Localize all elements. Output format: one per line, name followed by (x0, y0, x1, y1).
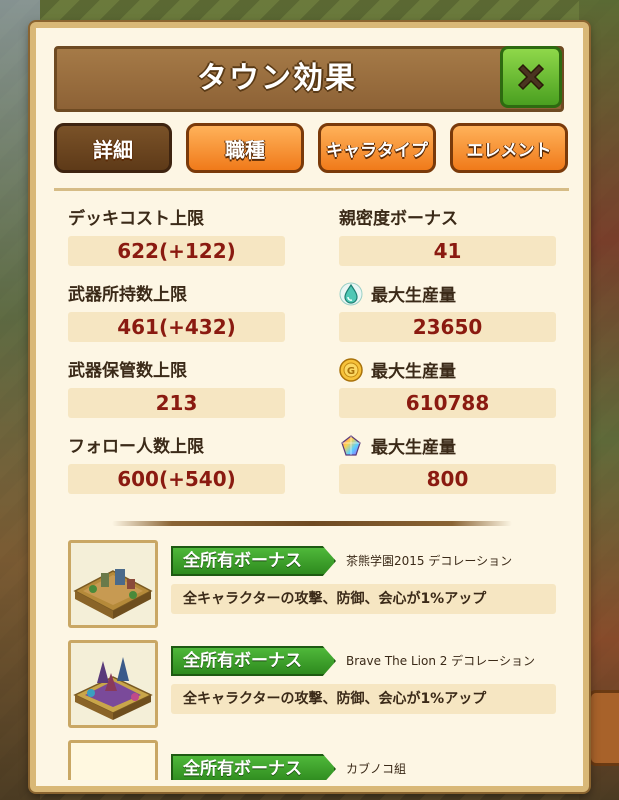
tab-bar: 詳細 職種 キャラタイプ エレメント (54, 123, 569, 179)
decoration-thumbnail (68, 540, 158, 628)
stat-label: デッキコスト上限 (68, 209, 204, 229)
decoration-name: カブノコ組 (346, 762, 407, 776)
divider (54, 188, 569, 191)
stat-label: 武器所持数上限 (68, 285, 187, 305)
tab-element[interactable]: エレメント (450, 123, 568, 173)
stat-value: 41 (339, 236, 556, 266)
decoration-name: 茶熊学園2015 デコレーション (346, 554, 513, 568)
stat-label-text: 最大生産量 (371, 438, 456, 458)
all-owned-bonus-badge: 全所有ボーナス (171, 754, 336, 780)
svg-text:G: G (347, 366, 355, 377)
stat-value: 23650 (339, 312, 556, 342)
title-bar: タウン効果 (54, 46, 564, 112)
stat-label: 武器保管数上限 (68, 361, 187, 381)
stat-label-text: 最大生産量 (371, 286, 456, 306)
stat-label-row: 最大生産量 (339, 282, 456, 308)
bonus-description: 全キャラクターの攻撃、防御、会心が1%アップ (171, 684, 556, 714)
decoration-image-icon (71, 543, 155, 625)
town-effect-dialog: タウン効果 詳細 職種 キャラタイプ エレメント デッキコスト上限 622(+1… (30, 22, 589, 792)
stat-value: 600(+540) (68, 464, 285, 494)
side-scroll-tab[interactable] (588, 690, 619, 766)
stat-label: 親密度ボーナス (339, 209, 458, 229)
stat-label-text: 最大生産量 (371, 362, 456, 382)
tab-job[interactable]: 職種 (186, 123, 304, 173)
rainbow-crystal-icon (341, 435, 361, 456)
close-button[interactable] (500, 46, 562, 108)
bonus-item-partial[interactable]: 全所有ボーナス カブノコ組 (68, 740, 563, 780)
bonus-item[interactable]: 全所有ボーナス Brave The Lion 2 デコレーション 全キャラクター… (68, 640, 563, 736)
stat-value: 610788 (339, 388, 556, 418)
close-icon (517, 63, 545, 91)
all-owned-bonus-badge: 全所有ボーナス (171, 546, 336, 576)
decoration-image-icon (71, 643, 155, 725)
dialog-title: タウン効果 (197, 61, 357, 96)
gold-coin-icon: G (339, 358, 363, 382)
all-owned-bonus-badge: 全所有ボーナス (171, 646, 336, 676)
stat-value: 213 (68, 388, 285, 418)
tab-chara-type[interactable]: キャラタイプ (318, 123, 436, 173)
bonus-item[interactable]: 全所有ボーナス 茶熊学園2015 デコレーション 全キャラクターの攻撃、防御、会… (68, 540, 563, 636)
section-divider (112, 521, 512, 526)
stat-label-row: G 最大生産量 (339, 358, 456, 384)
stat-value: 461(+432) (68, 312, 285, 342)
stat-label-row: 最大生産量 (339, 434, 456, 460)
decoration-thumbnail (68, 640, 158, 728)
stat-value: 800 (339, 464, 556, 494)
decoration-name: Brave The Lion 2 デコレーション (346, 654, 535, 668)
tab-details[interactable]: 詳細 (54, 123, 172, 173)
mana-drop-icon (339, 282, 363, 306)
bonus-description: 全キャラクターの攻撃、防御、会心が1%アップ (171, 584, 556, 614)
stat-value: 622(+122) (68, 236, 285, 266)
stat-label: フォロー人数上限 (68, 437, 204, 457)
decoration-thumbnail (68, 740, 158, 780)
